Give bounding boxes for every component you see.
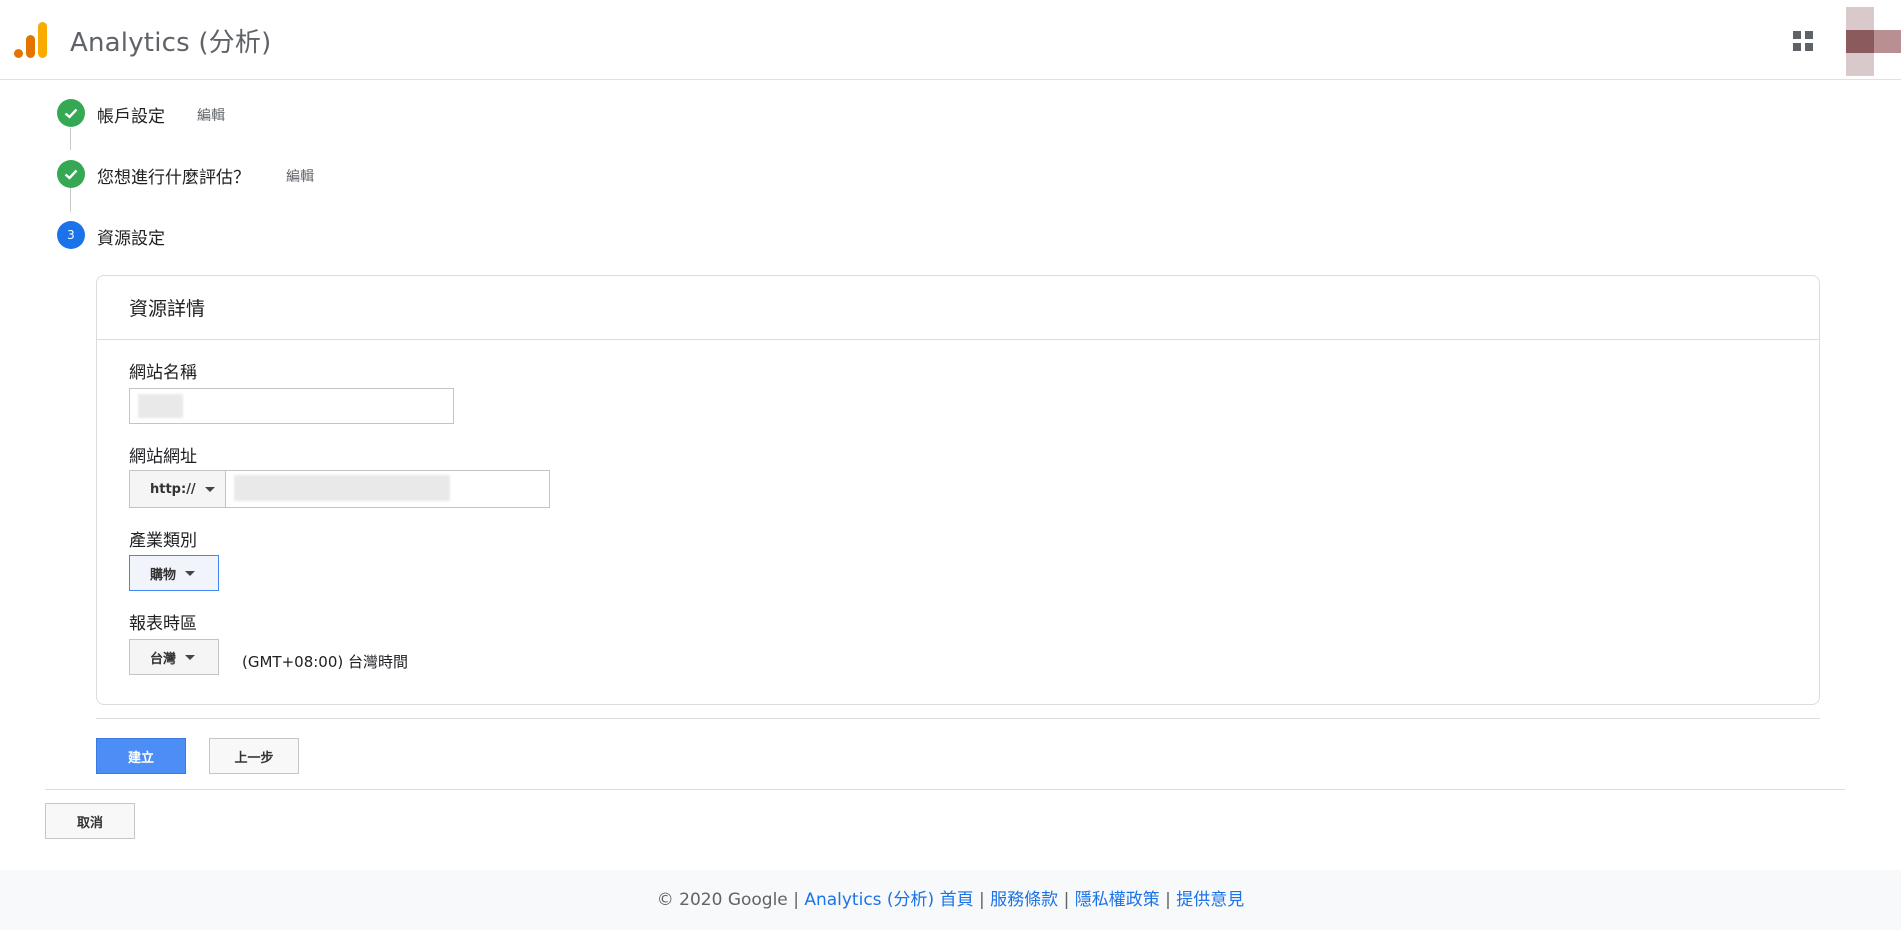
industry-dropdown[interactable]: 購物 [129,555,219,591]
footer-separator: | [979,890,985,910]
redacted-value [234,475,450,501]
footer-separator: | [1165,890,1171,910]
footer-separator: | [1063,890,1070,910]
site-url-label: 網站網址 [129,447,197,467]
timezone-country-value: 台灣 [150,651,177,667]
step-label: 資源設定 [97,229,165,249]
protocol-dropdown[interactable]: http:// [129,470,226,508]
apps-grid-icon[interactable] [1793,31,1814,52]
footer-link-feedback[interactable]: 提供意見 [1176,890,1244,910]
check-icon [57,99,85,127]
caret-down-icon [185,570,196,576]
industry-value: 購物 [150,567,177,583]
caret-down-icon [185,654,196,660]
footer-link-privacy[interactable]: 隱私權政策 [1075,890,1160,910]
check-icon [57,160,85,188]
card-divider [96,718,1820,719]
footer-link-terms[interactable]: 服務條款 [990,890,1058,910]
timezone-label: 報表時區 [129,614,197,634]
footer-copyright: © 2020 Google [656,890,788,910]
step-edit-link[interactable]: 編輯 [286,166,314,186]
footer: © 2020 Google | Analytics (分析) 首頁 | 服務條款… [0,870,1901,930]
app-title: Analytics (分析) [70,28,272,58]
cancel-button[interactable]: 取消 [45,803,135,839]
stepper-connector [70,188,71,212]
footer-separator: | [793,890,799,910]
site-url-input[interactable] [225,470,550,508]
site-name-label: 網站名稱 [129,363,197,383]
step-edit-link[interactable]: 編輯 [197,105,225,125]
stepper-connector [70,128,71,150]
timezone-text: (GMT+08:00) 台灣時間 [242,653,408,671]
step-number: 3 [57,221,85,249]
caret-down-icon [204,486,215,492]
property-details-card: 資源詳情 網站名稱 網站網址 http:// 產業類別 購物 報表時區 台灣 (… [96,275,1820,705]
back-button[interactable]: 上一步 [209,738,299,774]
account-avatar[interactable] [1846,7,1901,76]
footer-link-home[interactable]: Analytics (分析) 首頁 [804,890,973,910]
protocol-value: http:// [150,481,196,497]
step-label: 帳戶設定 [97,107,165,127]
create-button[interactable]: 建立 [96,738,186,774]
card-title: 資源詳情 [97,276,1819,340]
industry-label: 產業類別 [129,531,197,551]
section-divider [45,789,1845,790]
site-name-input[interactable] [129,388,454,424]
timezone-country-dropdown[interactable]: 台灣 [129,639,219,675]
analytics-logo[interactable] [14,22,48,58]
top-app-bar: Analytics (分析) [0,0,1901,80]
step-label: 您想進行什麼評估？ [97,168,250,188]
redacted-value [138,394,183,418]
